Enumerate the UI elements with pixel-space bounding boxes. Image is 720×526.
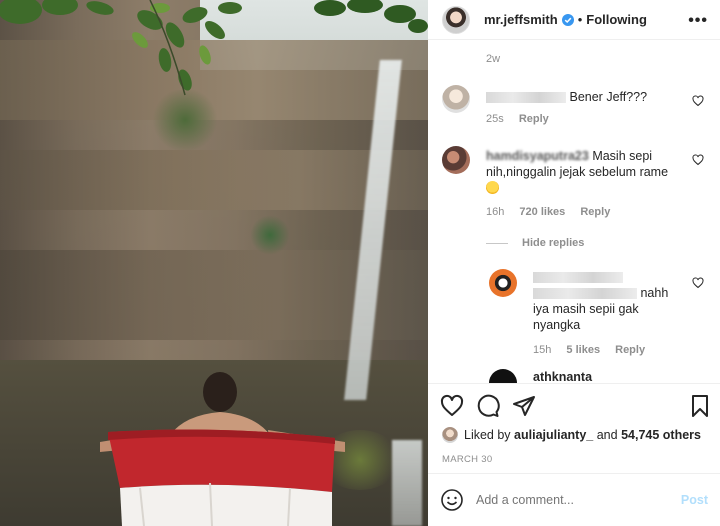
avatar[interactable] xyxy=(489,269,517,297)
comment-item: Bener Jeff??? 25s Reply xyxy=(442,85,720,129)
reply-item: athknanta xyxy=(489,369,720,383)
hide-replies-button[interactable]: Hide replies xyxy=(486,237,584,249)
avatar[interactable] xyxy=(442,5,470,34)
comment-like-heart-icon[interactable] xyxy=(692,154,704,166)
likes-summary: Liked by auliajulianty_ and 54,745 other… xyxy=(442,427,701,443)
hide-replies-label: Hide replies xyxy=(522,237,585,249)
add-comment-bar: Post xyxy=(428,473,720,526)
reply-button[interactable]: Reply xyxy=(580,206,610,218)
comment-like-heart-icon[interactable] xyxy=(692,95,704,107)
blurred-username xyxy=(533,288,637,300)
cliff-rock xyxy=(0,150,428,210)
reply-username[interactable]: athknanta xyxy=(533,369,592,383)
verified-badge-icon xyxy=(561,13,574,26)
comment-body: nyangka xyxy=(533,318,581,332)
following-button[interactable]: Following xyxy=(586,12,647,27)
comment-likes[interactable]: 720 likes xyxy=(519,206,565,218)
person-holding-flag xyxy=(100,372,345,526)
blurred-username xyxy=(533,272,623,284)
avatar[interactable] xyxy=(442,85,470,113)
comments-list[interactable]: 2w Bener Jeff??? 25s Reply hamdisyaputra… xyxy=(428,41,720,383)
moss-patch xyxy=(250,215,290,255)
post-photo[interactable] xyxy=(0,0,428,526)
comment-meta: 15h 5 likes Reply xyxy=(533,344,657,356)
comment-meta: 25s Reply xyxy=(486,113,561,125)
tree-leaves xyxy=(0,0,242,96)
caption-timestamp: 2w xyxy=(486,53,501,65)
post-side-panel: mr.jeffsmith • Following ••• 2w Bener Je… xyxy=(428,0,720,526)
bookmark-icon[interactable] xyxy=(688,394,712,418)
comment-likes[interactable]: 5 likes xyxy=(566,344,600,356)
blurred-username xyxy=(486,92,566,104)
post-actions: Liked by auliajulianty_ and 54,745 other… xyxy=(428,383,720,473)
waterfall-splash xyxy=(392,440,422,526)
comment-item: hamdisyaputra23 Masih sepi nih,ninggalin… xyxy=(442,146,720,226)
comment-text: hamdisyaputra23 Masih sepi nih,ninggalin… xyxy=(486,148,686,196)
add-comment-input[interactable] xyxy=(476,493,666,507)
smiley-icon[interactable] xyxy=(440,488,464,512)
comment-icon[interactable] xyxy=(476,394,500,418)
avatar[interactable] xyxy=(489,369,517,383)
rofl-emoji-icon xyxy=(486,181,499,194)
comment-meta: 16h 720 likes Reply xyxy=(486,206,622,218)
comment-time: 25s xyxy=(486,113,504,125)
comment-body: nih,ninggalin jejak sebelum rame xyxy=(486,165,669,179)
comment-like-heart-icon[interactable] xyxy=(692,277,704,289)
comment-time: 15h xyxy=(533,344,552,356)
reply-button[interactable]: Reply xyxy=(519,113,549,125)
post-date: MARCH 30 xyxy=(442,454,493,465)
reply-text: nahh iya masih sepii gak nyangka xyxy=(533,269,683,333)
tree-leaves xyxy=(314,0,428,33)
comment-body: Bener Jeff??? xyxy=(569,90,648,104)
post-comment-button[interactable]: Post xyxy=(681,493,708,507)
username-link[interactable]: mr.jeffsmith xyxy=(484,12,558,27)
reply-item: nahh iya masih sepii gak nyangka 15h 5 l… xyxy=(489,269,720,359)
avatar[interactable] xyxy=(442,427,458,443)
more-options-icon[interactable]: ••• xyxy=(688,12,708,30)
likes-and: and xyxy=(596,428,618,442)
paper-plane-icon[interactable] xyxy=(512,394,536,418)
comment-text: Bener Jeff??? xyxy=(486,89,647,105)
reply-button[interactable]: Reply xyxy=(615,344,645,356)
separator-dot: • xyxy=(577,12,583,27)
liked-by-user-link[interactable]: auliajulianty_ xyxy=(514,428,593,442)
comment-body: iya masih sepii gak xyxy=(533,302,639,316)
blurred-username[interactable]: hamdisyaputra23 xyxy=(486,149,589,163)
comment-time: 16h xyxy=(486,206,505,218)
comment-body: nahh xyxy=(640,286,669,300)
divider-line xyxy=(486,242,508,244)
post-header: mr.jeffsmith • Following ••• xyxy=(428,0,720,40)
heart-icon[interactable] xyxy=(440,394,464,418)
likes-prefix: Liked by xyxy=(464,428,511,442)
action-icons xyxy=(440,394,536,418)
avatar[interactable] xyxy=(442,146,470,174)
comment-body: Masih sepi xyxy=(592,149,653,163)
likes-count-link[interactable]: 54,745 others xyxy=(621,428,701,442)
